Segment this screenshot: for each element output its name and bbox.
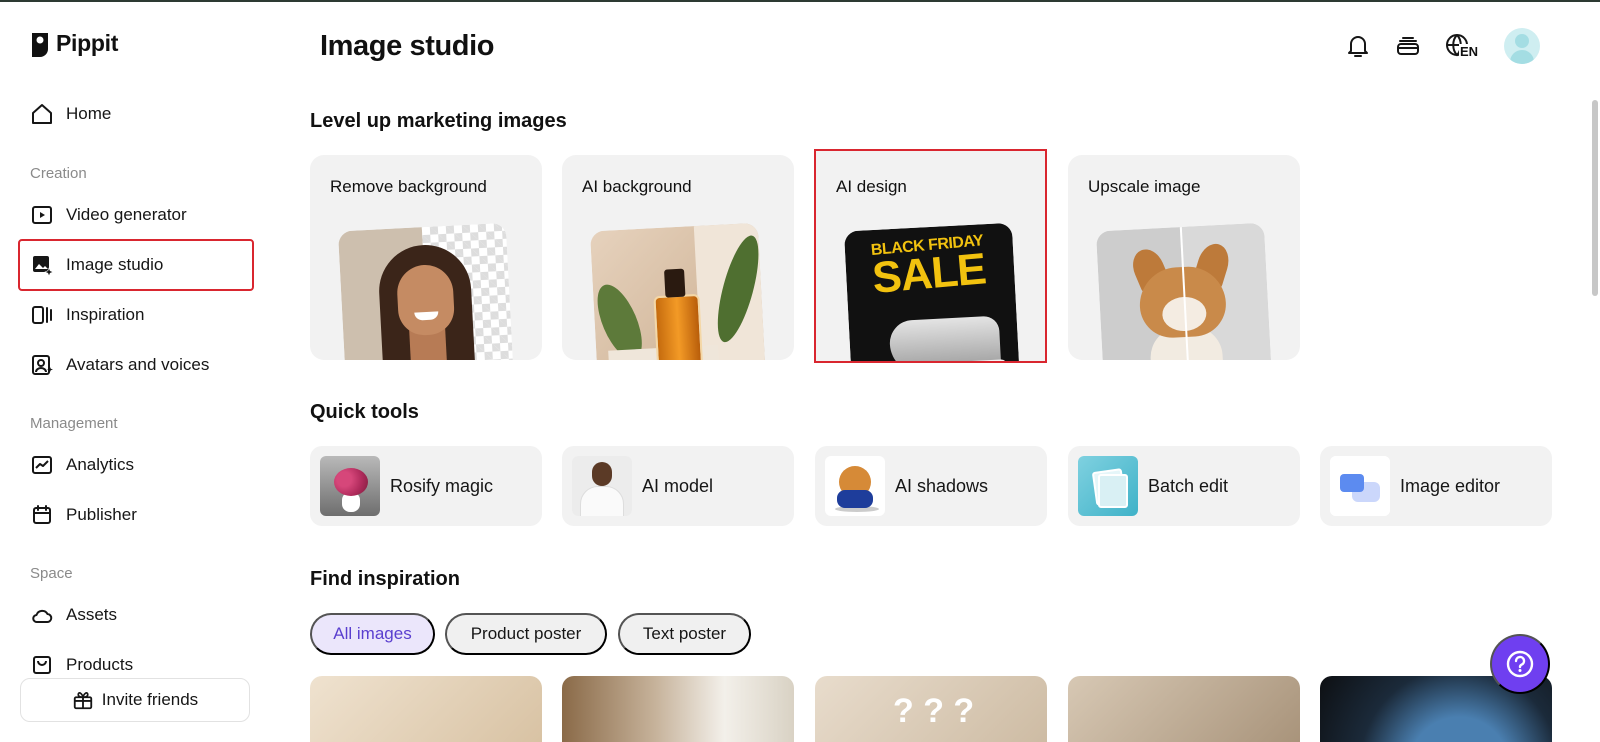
sidebar-item-inspiration[interactable]: Inspiration: [18, 290, 254, 340]
tool-label: AI model: [642, 476, 714, 496]
inspiration-tile[interactable]: [1068, 676, 1300, 742]
gift-icon: [73, 692, 92, 710]
help-question-icon: [1506, 650, 1534, 678]
sidebar-item-avatars-and-voices[interactable]: Avatars and voices: [18, 340, 254, 390]
sidebar-item-label: Video generator: [66, 205, 187, 224]
language-switcher[interactable]: EN: [1444, 30, 1482, 62]
tool-label: Image editor: [1400, 476, 1501, 496]
invite-friends-button[interactable]: Invite friends: [20, 678, 250, 722]
filter-chip-product-poster[interactable]: Product poster: [445, 613, 607, 655]
filter-chip-text-poster[interactable]: Text poster: [618, 613, 751, 655]
tool-image-editor[interactable]: Image editor: [1320, 446, 1552, 526]
card-title: AI design: [836, 177, 907, 196]
user-avatar[interactable]: [1504, 28, 1540, 64]
section-label-management: Management: [30, 415, 118, 432]
chart-line-icon: [32, 456, 52, 474]
avatar-icon: [32, 355, 53, 375]
section-heading-find-inspiration: Find inspiration: [310, 568, 460, 590]
pippit-logo-icon: [32, 32, 48, 57]
app-name: Pippit: [56, 30, 119, 56]
section-heading-quick-tools: Quick tools: [310, 401, 419, 423]
card-title: AI background: [582, 177, 692, 196]
tool-label: Batch edit: [1148, 476, 1229, 496]
card-title: Remove background: [330, 177, 487, 196]
calendar-icon: [33, 505, 51, 524]
sidebar-item-label: Analytics: [66, 455, 135, 474]
video-play-icon: [32, 206, 52, 224]
section-label-creation: Creation: [30, 165, 87, 182]
card-remove-background[interactable]: Remove background: [310, 155, 542, 360]
sidebar-item-assets[interactable]: Assets: [18, 590, 254, 640]
poster-line-2: SALE: [870, 244, 988, 303]
section-label-space: Space: [30, 565, 73, 582]
tool-ai-shadows[interactable]: AI shadows: [815, 446, 1047, 526]
rosify-thumbnail: [320, 456, 380, 516]
sidebar-item-label: Avatars and voices: [66, 355, 210, 374]
page-scrollbar[interactable]: [1592, 100, 1598, 296]
bag-icon: [33, 656, 51, 674]
page-title: Image studio: [320, 30, 495, 62]
card-ai-background[interactable]: AI background: [562, 155, 794, 360]
tile-question-marks: ? ? ?: [893, 692, 975, 730]
sidebar-item-label: Image studio: [66, 255, 164, 274]
sidebar-item-label: Assets: [66, 605, 118, 624]
stack-icon[interactable]: [1394, 32, 1422, 60]
tool-rosify-magic[interactable]: Rosify magic: [310, 446, 542, 526]
filter-chip-all-images[interactable]: All images: [310, 613, 435, 655]
card-upscale-image[interactable]: Upscale image: [1068, 155, 1300, 360]
inspiration-icon: [32, 306, 52, 324]
batch-edit-thumbnail: [1078, 456, 1138, 516]
sidebar-item-label: Inspiration: [66, 305, 145, 324]
tool-label: AI shadows: [895, 476, 989, 496]
tool-label: Rosify magic: [390, 476, 494, 496]
ai-background-preview: [589, 222, 767, 360]
cloud-icon: [32, 609, 53, 623]
inspiration-tile[interactable]: [310, 676, 542, 742]
inspiration-tile[interactable]: ? ? ?: [815, 676, 1047, 742]
invite-friends-label: Invite friends: [101, 690, 199, 709]
sidebar-item-home[interactable]: Home: [18, 89, 254, 139]
language-code: EN: [1459, 44, 1480, 59]
upscale-image-preview: [1095, 222, 1273, 360]
sidebar-item-image-studio[interactable]: Image studio: [18, 239, 254, 291]
remove-background-preview: [337, 222, 515, 360]
inspiration-tile[interactable]: [562, 676, 794, 742]
image-editor-thumbnail: [1330, 456, 1390, 516]
sidebar-item-label: Publisher: [66, 505, 137, 524]
header-actions: EN: [1344, 28, 1540, 64]
help-button[interactable]: [1490, 634, 1550, 694]
sidebar-item-video-generator[interactable]: Video generator: [18, 190, 254, 240]
sidebar-item-label: Home: [66, 104, 112, 123]
app-logo[interactable]: Pippit: [30, 30, 118, 57]
card-ai-design[interactable]: AI design BLACK FRIDAY SALE: [814, 149, 1047, 363]
section-heading-level-up: Level up marketing images: [310, 110, 567, 132]
ai-model-thumbnail: [572, 456, 632, 516]
tool-ai-model[interactable]: AI model: [562, 446, 794, 526]
tool-batch-edit[interactable]: Batch edit: [1068, 446, 1300, 526]
sidebar-item-label: Products: [66, 655, 134, 674]
card-title: Upscale image: [1088, 177, 1201, 196]
sidebar: Pippit Home Creation Video generator Ima…: [0, 0, 270, 742]
ai-design-preview: BLACK FRIDAY SALE: [843, 222, 1021, 361]
sidebar-item-analytics[interactable]: Analytics: [18, 440, 254, 490]
bell-icon[interactable]: [1344, 32, 1372, 60]
image-sparkle-icon: [33, 256, 54, 277]
sidebar-item-publisher[interactable]: Publisher: [18, 490, 254, 540]
home-icon: [32, 104, 52, 124]
ai-shadows-thumbnail: [825, 456, 885, 516]
